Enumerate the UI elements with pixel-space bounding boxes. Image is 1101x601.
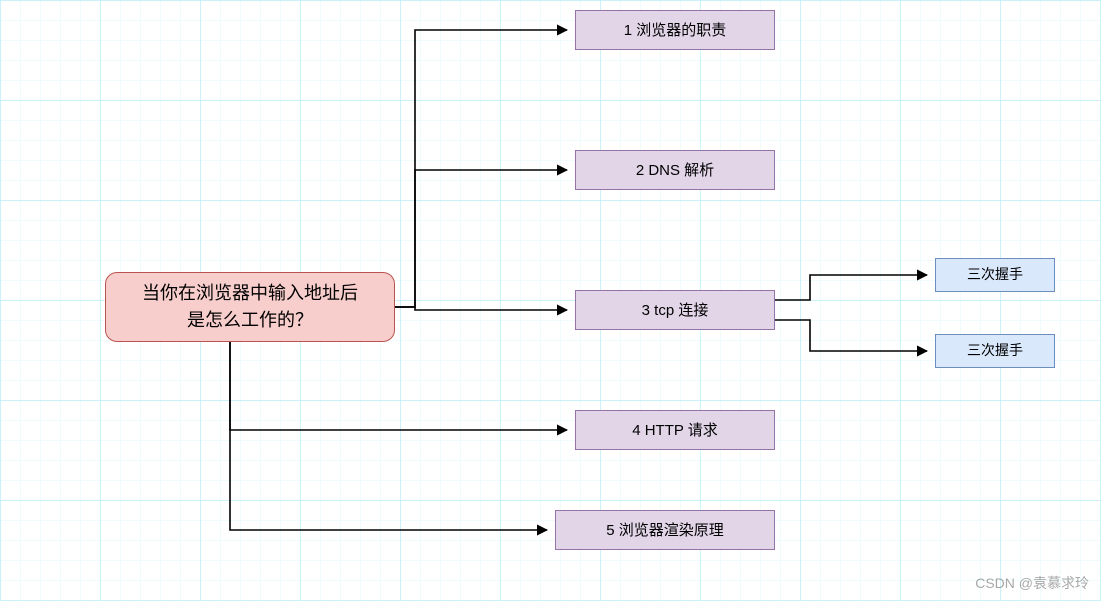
mid-node-3[interactable]: 3 tcp 连接 <box>575 290 775 330</box>
leaf-node-2[interactable]: 三次握手 <box>935 334 1055 368</box>
mid-node-3-text: 3 tcp 连接 <box>642 300 709 321</box>
mid-node-4[interactable]: 4 HTTP 请求 <box>575 410 775 450</box>
diagram-canvas: 当你在浏览器中输入地址后 是怎么工作的？ 1 浏览器的职责 2 DNS 解析 3… <box>0 0 1101 601</box>
leaf-node-1-text: 三次握手 <box>967 265 1023 285</box>
mid-node-5-text: 5 浏览器渲染原理 <box>606 520 724 541</box>
leaf-node-2-text: 三次握手 <box>967 341 1023 361</box>
mid-node-2[interactable]: 2 DNS 解析 <box>575 150 775 190</box>
leaf-node-1[interactable]: 三次握手 <box>935 258 1055 292</box>
mid-node-2-text: 2 DNS 解析 <box>636 160 714 181</box>
root-text: 当你在浏览器中输入地址后 是怎么工作的？ <box>142 280 358 334</box>
mid-node-5[interactable]: 5 浏览器渲染原理 <box>555 510 775 550</box>
root-question[interactable]: 当你在浏览器中输入地址后 是怎么工作的？ <box>105 272 395 342</box>
watermark: CSDN @袁慕求玲 <box>975 573 1089 593</box>
mid-node-1[interactable]: 1 浏览器的职责 <box>575 10 775 50</box>
mid-node-1-text: 1 浏览器的职责 <box>624 20 727 41</box>
mid-node-4-text: 4 HTTP 请求 <box>632 420 718 441</box>
